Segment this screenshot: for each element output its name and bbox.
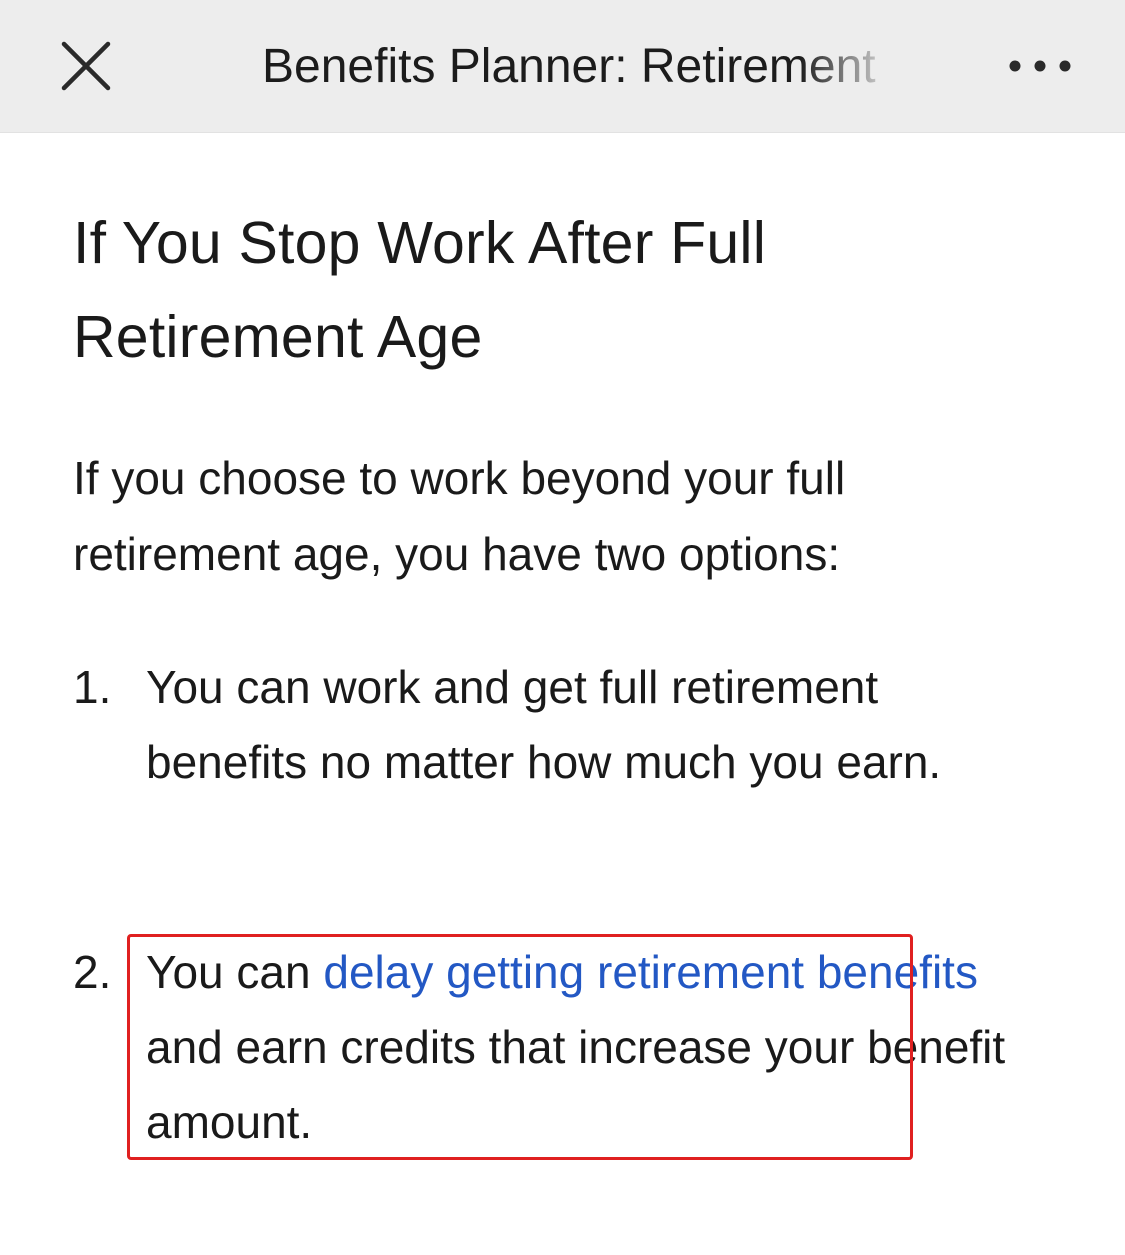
list-item-text-before: You can xyxy=(146,946,324,998)
close-button[interactable] xyxy=(52,32,120,100)
delay-benefits-link[interactable]: delay getting retirement benefits xyxy=(323,946,978,998)
list-item-text-container: You can delay getting retirement benefit… xyxy=(146,935,1026,1160)
more-horizontal-icon xyxy=(1009,60,1071,72)
page-title-container: Benefits Planner: Retirement xyxy=(262,34,902,100)
more-options-button[interactable] xyxy=(1003,46,1079,86)
top-navigation-bar: Benefits Planner: Retirement xyxy=(0,0,1125,133)
list-item-text-after: and earn credits that increase your bene… xyxy=(146,1021,1006,1148)
list-item-text: You can work and get full retirement ben… xyxy=(146,661,942,788)
list-item-number: 2. xyxy=(73,946,112,998)
list-item-number: 1. xyxy=(73,661,112,713)
page-title: Benefits Planner: Retirement xyxy=(262,40,876,93)
section-heading: If You Stop Work After Full Retirement A… xyxy=(73,210,767,370)
intro-paragraph: If you choose to work beyond your full r… xyxy=(73,452,846,580)
close-icon xyxy=(61,41,111,91)
